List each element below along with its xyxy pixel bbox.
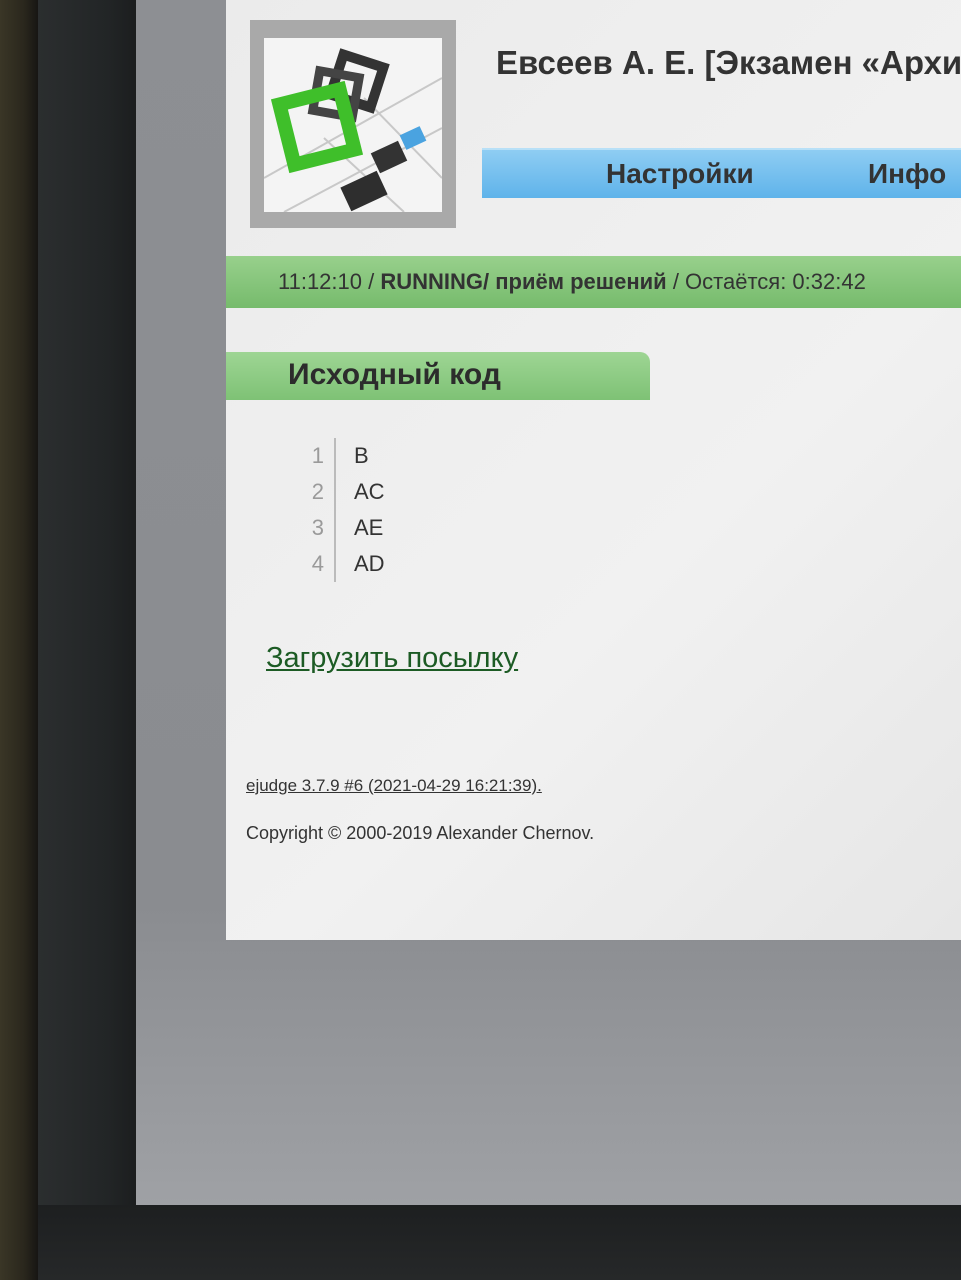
source-code-block: 1 B 2 AC 3 AE 4 AD xyxy=(294,438,385,582)
monitor-bezel-left xyxy=(38,0,138,1280)
line-number: 4 xyxy=(294,546,336,582)
section-header: Исходный код xyxy=(226,352,650,400)
code-line: 3 AE xyxy=(294,510,385,546)
monitor-bezel-bottom xyxy=(38,1205,961,1280)
code-line: 1 B xyxy=(294,438,385,474)
page-title: Евсеев А. Е. [Экзамен «Архи xyxy=(496,44,961,81)
line-number: 1 xyxy=(294,438,336,474)
desk-background xyxy=(0,0,40,1280)
menu-item-info[interactable]: Инфо xyxy=(868,158,946,190)
logo-frame xyxy=(250,20,456,228)
code-text: AE xyxy=(354,515,384,540)
ejudge-logo-icon xyxy=(263,38,443,213)
upload-submission-link[interactable]: Загрузить посылку xyxy=(266,642,518,675)
status-state: RUNNING/ приём решений xyxy=(380,269,667,294)
code-text: AD xyxy=(354,551,385,576)
ejudge-version-link[interactable]: ejudge 3.7.9 #6 (2021-04-29 16:21:39). xyxy=(246,776,542,796)
line-number: 2 xyxy=(294,474,336,510)
section-title: Исходный код xyxy=(288,358,501,391)
menu-item-settings[interactable]: Настройки xyxy=(606,158,754,190)
ejudge-page: Евсеев А. Е. [Экзамен «Архи Настройки Ин… xyxy=(226,0,961,940)
line-number: 3 xyxy=(294,510,336,546)
status-bar: 11:12:10 / RUNNING/ приём решений / Оста… xyxy=(226,256,961,308)
code-text: B xyxy=(354,443,369,468)
status-separator: / xyxy=(666,269,686,294)
status-remaining: Остаётся: 0:32:42 xyxy=(685,269,866,294)
copyright-text: Copyright © 2000-2019 Alexander Chernov. xyxy=(246,823,595,843)
status-text: 11:12:10 / RUNNING/ приём решений / Оста… xyxy=(278,269,866,295)
code-line: 2 AC xyxy=(294,474,385,510)
top-menu: Настройки Инфо xyxy=(482,148,961,198)
monitor-screen: Евсеев А. Е. [Экзамен «Архи Настройки Ин… xyxy=(136,0,961,1205)
status-time: 11:12:10 xyxy=(278,269,363,294)
status-separator: / xyxy=(362,269,381,294)
code-line: 4 AD xyxy=(294,546,385,582)
code-text: AC xyxy=(354,479,385,504)
